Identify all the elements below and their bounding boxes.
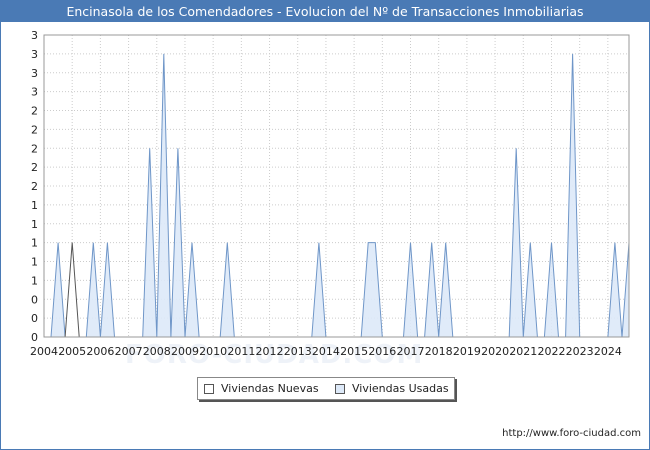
- x-tick-label: 2013: [284, 345, 312, 358]
- legend-label-usadas: Viviendas Usadas: [352, 382, 449, 395]
- y-tick-label: 3: [31, 48, 38, 61]
- y-tick-label: 2: [31, 161, 38, 174]
- x-tick-label: 2023: [566, 345, 594, 358]
- x-tick-label: 2015: [340, 345, 368, 358]
- x-tick-label: 2020: [481, 345, 509, 358]
- y-tick-label: 1: [31, 237, 38, 250]
- x-tick-label: 2024: [594, 345, 622, 358]
- x-tick-label: 2019: [453, 345, 481, 358]
- legend: Viviendas Nuevas Viviendas Usadas: [197, 377, 455, 400]
- legend-label-nuevas: Viviendas Nuevas: [221, 382, 319, 395]
- x-tick-label: 2005: [58, 345, 86, 358]
- x-tick-label: 2018: [425, 345, 453, 358]
- x-tick-label: 2022: [537, 345, 565, 358]
- y-tick-label: 1: [31, 274, 38, 287]
- x-tick-label: 2006: [86, 345, 114, 358]
- y-tick-label: 2: [31, 123, 38, 136]
- y-tick-label: 0: [31, 312, 38, 325]
- x-tick-label: 2008: [143, 345, 171, 358]
- y-tick-label: 1: [31, 256, 38, 269]
- x-tick-label: 2010: [199, 345, 227, 358]
- x-tick-label: 2014: [312, 345, 340, 358]
- legend-swatch-nuevas: [204, 384, 214, 394]
- y-tick-label: 3: [31, 29, 38, 42]
- x-tick-label: 2016: [368, 345, 396, 358]
- y-tick-label: 1: [31, 199, 38, 212]
- y-tick-label: 2: [31, 105, 38, 118]
- y-tick-label: 3: [31, 67, 38, 80]
- y-tick-label: 0: [31, 331, 38, 344]
- x-tick-label: 2004: [30, 345, 58, 358]
- legend-swatch-usadas: [335, 384, 345, 394]
- y-tick-label: 2: [31, 180, 38, 193]
- x-tick-label: 2021: [509, 345, 537, 358]
- y-tick-label: 3: [31, 86, 38, 99]
- x-tick-label: 2012: [256, 345, 284, 358]
- source-url: http://www.foro-ciudad.com: [502, 428, 641, 439]
- x-tick-label: 2017: [397, 345, 425, 358]
- y-tick-label: 0: [31, 293, 38, 306]
- x-tick-label: 2009: [171, 345, 199, 358]
- x-tick-label: 2011: [227, 345, 255, 358]
- y-tick-label: 2: [31, 142, 38, 155]
- x-tick-label: 2007: [115, 345, 143, 358]
- y-tick-label: 1: [31, 218, 38, 231]
